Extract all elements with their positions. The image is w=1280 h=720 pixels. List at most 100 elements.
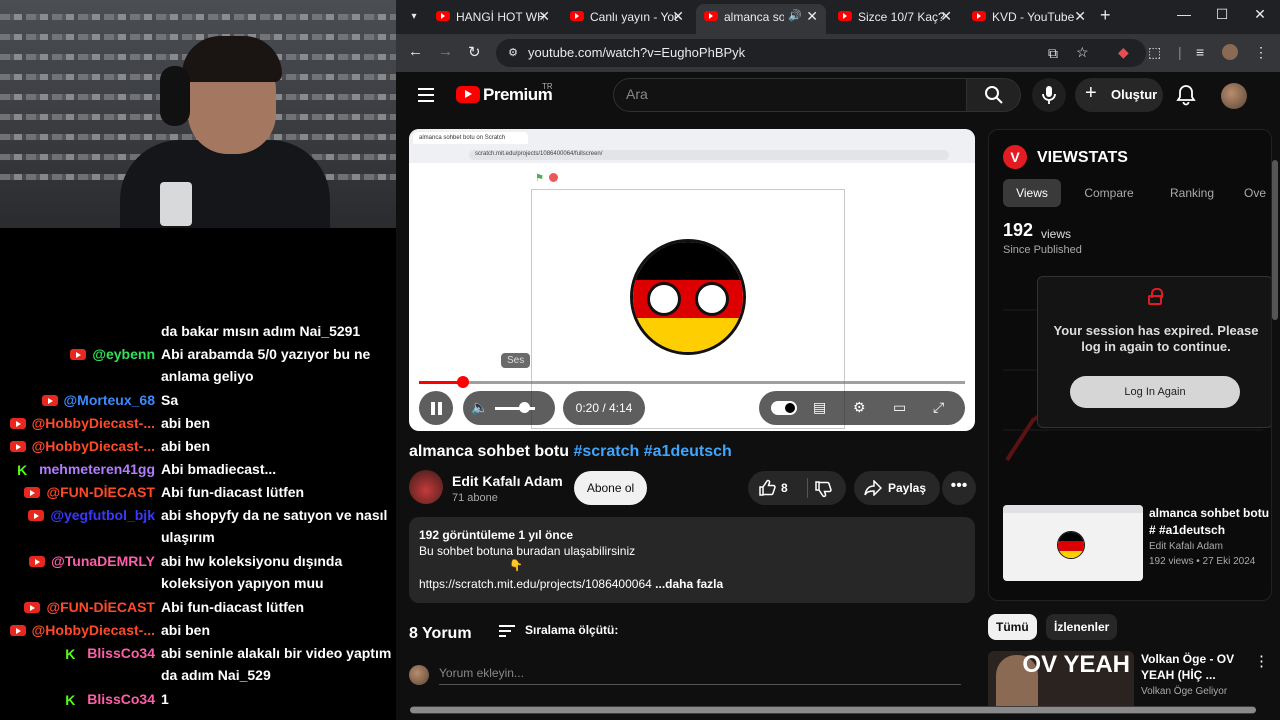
video-hashtags[interactable]: #scratch #a1deutsch bbox=[573, 443, 731, 460]
dislike-button[interactable] bbox=[814, 480, 832, 501]
project-link[interactable]: https://scratch.mit.edu/projects/1086400… bbox=[419, 577, 652, 591]
autoplay-toggle[interactable] bbox=[771, 401, 797, 415]
minimize-button[interactable]: — bbox=[1174, 6, 1194, 22]
search-button[interactable] bbox=[967, 78, 1021, 112]
tab-hangi-hot-wheels[interactable]: HANGİ HOT WH ✕ bbox=[428, 4, 558, 30]
search-input[interactable] bbox=[626, 86, 956, 102]
pointing-down-emoji: 👇 bbox=[509, 560, 523, 572]
tab-kvd-youtube[interactable]: KVD - YouTube ✕ bbox=[964, 4, 1094, 30]
viewstats-tab-overview[interactable]: Ove bbox=[1235, 179, 1271, 207]
recommended-video-title[interactable]: Volkan Öge - OV YEAH (HİÇ ... bbox=[1141, 651, 1251, 683]
youtube-favicon-icon bbox=[436, 11, 450, 21]
search-box[interactable] bbox=[613, 78, 967, 112]
profile-avatar-icon[interactable] bbox=[1222, 44, 1238, 60]
bookmark-star-icon[interactable]: ☆ bbox=[1076, 44, 1089, 61]
viewstats-video-title[interactable]: almanca sohbet botu # #a1deutsch bbox=[1149, 505, 1271, 539]
youtube-icon bbox=[9, 441, 26, 452]
scrubber-handle[interactable] bbox=[456, 376, 469, 388]
youtube-logo-icon[interactable] bbox=[456, 86, 480, 103]
horizontal-scrollbar[interactable] bbox=[410, 706, 1256, 714]
tab-canli-yayin[interactable]: Canlı yayın - You ✕ bbox=[562, 4, 692, 30]
channel-avatar[interactable] bbox=[409, 470, 443, 504]
comments-count: 8 Yorum bbox=[409, 625, 472, 642]
media-control-icon[interactable]: ≡ bbox=[1196, 44, 1204, 60]
recommended-video-thumbnail[interactable]: OV YEAH bbox=[988, 651, 1134, 711]
kick-icon: K bbox=[65, 692, 76, 708]
close-tab-icon[interactable]: ✕ bbox=[538, 8, 550, 25]
close-tab-icon[interactable]: ✕ bbox=[1074, 8, 1086, 25]
back-button[interactable]: ← bbox=[408, 43, 423, 60]
extensions-icon[interactable]: ⬚ bbox=[1148, 44, 1161, 61]
thumbs-up-icon bbox=[759, 479, 776, 496]
chat-username: @yegfutbol_bjk bbox=[50, 507, 155, 523]
reload-button[interactable]: ↻ bbox=[468, 43, 481, 61]
viewstats-panel: V VIEWSTATS Views Compare Ranking Ove 19… bbox=[988, 129, 1272, 601]
tab-almanca-sohbet[interactable]: almanca sohbe 🔊 ✕ bbox=[696, 4, 826, 34]
like-button[interactable] bbox=[758, 479, 776, 500]
like-count: 8 bbox=[781, 481, 788, 495]
close-tab-icon[interactable]: ✕ bbox=[806, 8, 818, 25]
show-more-link[interactable]: ...daha fazla bbox=[655, 577, 723, 591]
close-window-button[interactable]: ✕ bbox=[1250, 6, 1270, 23]
viewstats-tab-ranking[interactable]: Ranking bbox=[1155, 179, 1229, 207]
germany-countryball bbox=[630, 239, 746, 355]
menu-kebab-icon[interactable]: ⋮ bbox=[1254, 44, 1268, 61]
chip-all[interactable]: Tümü bbox=[988, 614, 1037, 640]
youtube-page: Premium TR + Oluştur almanca so bbox=[396, 72, 1280, 720]
new-tab-button[interactable]: + bbox=[1100, 5, 1111, 26]
vertical-scrollbar[interactable] bbox=[1272, 160, 1278, 320]
address-bar[interactable]: ⚙ youtube.com/watch?v=EughoPhBPyk ⧉ ☆ bbox=[496, 39, 1146, 67]
menu-hamburger-icon[interactable] bbox=[418, 88, 434, 102]
chat-text: Abi fun-diacast lütfen bbox=[161, 599, 305, 615]
stop-icon bbox=[549, 173, 558, 182]
settings-gear-icon[interactable]: ⚙ bbox=[853, 399, 866, 416]
chat-text: abi ben bbox=[161, 415, 211, 431]
cast-icon[interactable]: ⧉ bbox=[1048, 45, 1058, 62]
viewstats-tab-views[interactable]: Views bbox=[1003, 179, 1061, 207]
notifications-button[interactable] bbox=[1176, 84, 1196, 111]
close-tab-icon[interactable]: ✕ bbox=[940, 8, 952, 25]
recommended-video-menu-icon[interactable]: ⋮ bbox=[1254, 652, 1269, 670]
close-tab-icon[interactable]: ✕ bbox=[672, 8, 684, 25]
views-count: 192 bbox=[1003, 220, 1034, 240]
channel-name[interactable]: Edit Kafalı Adam bbox=[452, 473, 563, 489]
viewstats-tab-compare[interactable]: Compare bbox=[1069, 179, 1149, 207]
plus-icon: + bbox=[1085, 82, 1097, 104]
account-avatar[interactable] bbox=[1221, 83, 1247, 109]
extension-badge-icon[interactable]: ◆ bbox=[1118, 44, 1129, 61]
youtube-icon bbox=[24, 602, 41, 613]
more-actions-button[interactable]: ••• bbox=[942, 471, 976, 505]
share-button[interactable]: Paylaş bbox=[854, 471, 940, 505]
volume-control[interactable]: 🔈 bbox=[463, 391, 555, 425]
forward-button[interactable]: → bbox=[438, 43, 453, 60]
viewstats-video-meta: 192 views • 27 Eki 2024 bbox=[1149, 556, 1256, 567]
create-button[interactable]: + Oluştur bbox=[1075, 78, 1163, 112]
chat-username: @HobbyDiecast-... bbox=[31, 622, 155, 638]
video-description[interactable]: 192 görüntüleme 1 yıl önce Bu sohbet bot… bbox=[409, 517, 975, 603]
recommended-video-channel: Volkan Öge Geliyor bbox=[1141, 686, 1228, 697]
youtube-favicon-icon bbox=[704, 11, 718, 21]
video-player[interactable]: almanca sohbet botu on Scratch scratch.m… bbox=[409, 129, 975, 431]
volume-handle[interactable] bbox=[519, 402, 530, 413]
maximize-button[interactable]: ☐ bbox=[1212, 6, 1232, 23]
tab-search-button[interactable]: ▾ bbox=[402, 6, 426, 28]
subscribe-button[interactable]: Abone ol bbox=[574, 471, 647, 505]
site-info-icon[interactable]: ⚙ bbox=[504, 44, 522, 62]
kick-icon: K bbox=[65, 646, 76, 662]
subtitles-icon[interactable]: ▤ bbox=[813, 399, 826, 416]
sort-icon bbox=[499, 625, 515, 637]
pause-button[interactable] bbox=[419, 391, 453, 425]
view-count-date: 192 görüntüleme 1 yıl önce bbox=[419, 528, 574, 542]
chat-username: @FUN-DİECAST bbox=[46, 484, 155, 500]
chip-watched[interactable]: İzlenenler bbox=[1046, 614, 1118, 640]
speaker-icon[interactable]: 🔊 bbox=[788, 9, 802, 22]
volume-icon[interactable]: 🔈 bbox=[471, 399, 488, 416]
voice-search-button[interactable] bbox=[1032, 78, 1066, 112]
theater-mode-icon[interactable]: ▭ bbox=[893, 399, 906, 416]
viewstats-video-thumbnail[interactable] bbox=[1003, 505, 1143, 581]
tab-sizce[interactable]: Sizce 10/7 Kaç? # ✕ bbox=[830, 4, 960, 30]
fullscreen-icon[interactable]: ⤢ bbox=[933, 399, 944, 416]
add-comment-input[interactable]: Yorum ekleyin... bbox=[439, 666, 961, 685]
log-in-again-button[interactable]: Log In Again bbox=[1070, 376, 1240, 408]
progress-bar[interactable] bbox=[419, 376, 965, 388]
